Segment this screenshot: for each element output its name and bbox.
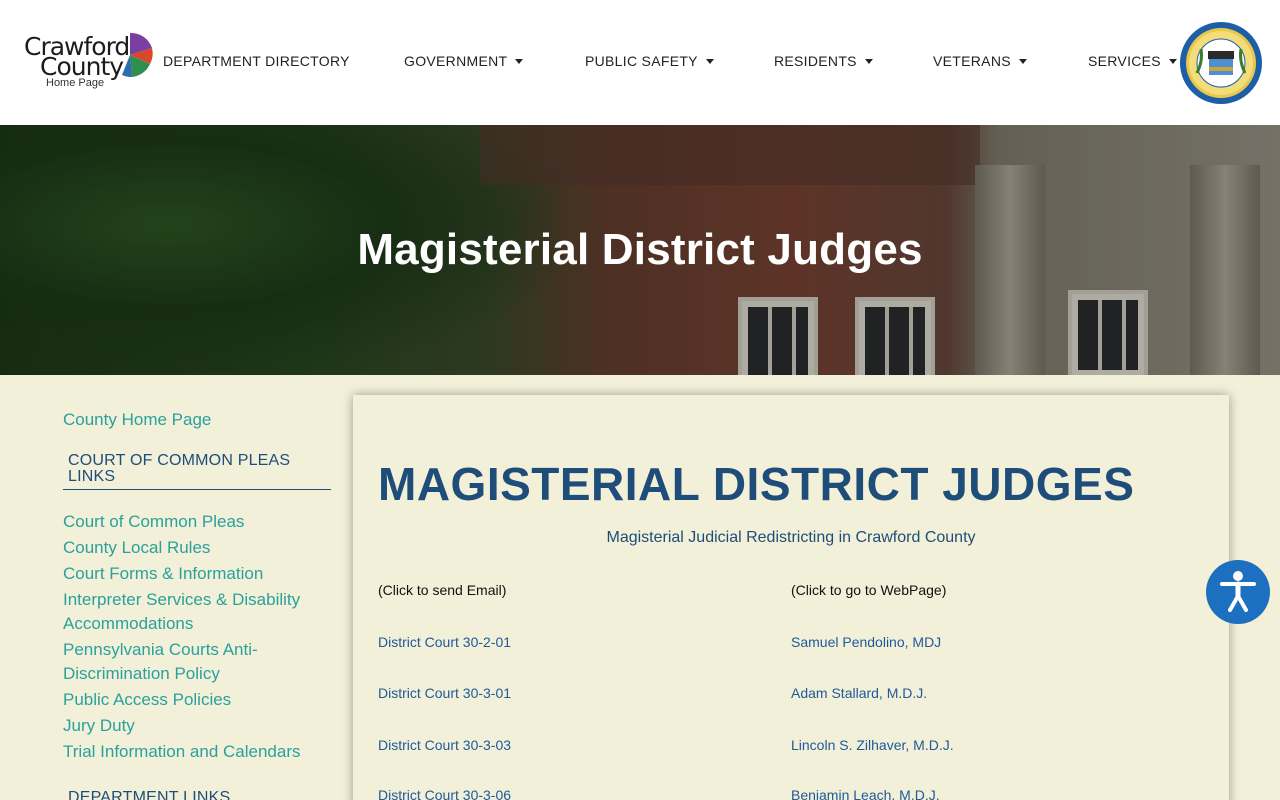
caret-down-icon	[515, 58, 524, 64]
caret-down-icon	[1018, 58, 1027, 64]
sidebar-link-county-local-rules[interactable]: County Local Rules	[63, 536, 331, 560]
district-court-email-link[interactable]: District Court 30-3-01	[378, 685, 511, 701]
sidebar-link-court-of-common-pleas[interactable]: Court of Common Pleas	[63, 510, 331, 534]
sidebar-link-interpreter-services[interactable]: Interpreter Services & Disability Accomm…	[63, 588, 331, 636]
nav-department-directory[interactable]: DEPARTMENT DIRECTORY	[163, 53, 350, 69]
sidebar-county-home-link[interactable]: County Home Page	[63, 408, 331, 432]
sidebar-link-anti-discrimination-policy[interactable]: Pennsylvania Courts Anti-Discrimination …	[63, 638, 331, 686]
page-heading: MAGISTERIAL DISTRICT JUDGES	[378, 458, 1135, 510]
crawford-county-logo[interactable]: Crawford County Home Page	[22, 32, 160, 94]
nav-label: RESIDENTS	[774, 53, 857, 69]
logo-pie-icon	[122, 32, 153, 78]
caret-down-icon	[1168, 58, 1177, 64]
caret-down-icon	[864, 58, 873, 64]
nav-services[interactable]: SERVICES	[1088, 53, 1177, 69]
redistricting-link[interactable]: Magisterial Judicial Redistricting in Cr…	[353, 529, 1229, 547]
site-header: Crawford County Home Page DEPARTMENT DIR…	[0, 0, 1280, 125]
accessibility-icon	[1220, 571, 1256, 612]
sidebar-section-heading: DEPARTMENT LINKS	[68, 789, 231, 800]
email-column-label: (Click to send Email)	[378, 582, 507, 598]
district-court-email-link[interactable]: District Court 30-3-03	[378, 737, 511, 753]
county-seal-icon[interactable]	[1179, 21, 1263, 105]
nav-label: PUBLIC SAFETY	[585, 53, 698, 69]
hero-banner: Magisterial District Judges	[0, 125, 1280, 375]
sidebar: County Home Page COURT OF COMMON PLEAS L…	[63, 408, 331, 800]
district-court-email-link[interactable]: District Court 30-3-06	[378, 787, 511, 800]
judge-webpage-link[interactable]: Benjamin Leach, M.D.J.	[791, 787, 940, 800]
judge-webpage-link[interactable]: Lincoln S. Zilhaver, M.D.J.	[791, 737, 954, 753]
sidebar-link-jury-duty[interactable]: Jury Duty	[63, 714, 331, 738]
nav-label: SERVICES	[1088, 53, 1161, 69]
nav-label: DEPARTMENT DIRECTORY	[163, 53, 350, 69]
nav-label: VETERANS	[933, 53, 1011, 69]
nav-residents[interactable]: RESIDENTS	[774, 53, 873, 69]
sidebar-link-trial-information[interactable]: Trial Information and Calendars	[63, 740, 331, 764]
judge-webpage-link[interactable]: Adam Stallard, M.D.J.	[791, 685, 927, 701]
accessibility-button[interactable]	[1206, 560, 1270, 624]
sidebar-section-heading: COURT OF COMMON PLEAS LINKS	[68, 452, 291, 485]
district-court-email-link[interactable]: District Court 30-2-01	[378, 634, 511, 650]
nav-public-safety[interactable]: PUBLIC SAFETY	[585, 53, 714, 69]
nav-government[interactable]: GOVERNMENT	[404, 53, 524, 69]
judge-webpage-link[interactable]: Samuel Pendolino, MDJ	[791, 634, 941, 650]
hero-title: Magisterial District Judges	[357, 225, 923, 274]
content-card: MAGISTERIAL DISTRICT JUDGES Magisterial …	[353, 395, 1229, 800]
nav-label: GOVERNMENT	[404, 53, 508, 69]
caret-down-icon	[705, 58, 714, 64]
nav-veterans[interactable]: VETERANS	[933, 53, 1027, 69]
webpage-column-label: (Click to go to WebPage)	[791, 582, 947, 598]
sidebar-link-court-forms[interactable]: Court Forms & Information	[63, 562, 331, 586]
sidebar-link-public-access-policies[interactable]: Public Access Policies	[63, 688, 331, 712]
logo-text-line3: Home Page	[46, 77, 105, 89]
